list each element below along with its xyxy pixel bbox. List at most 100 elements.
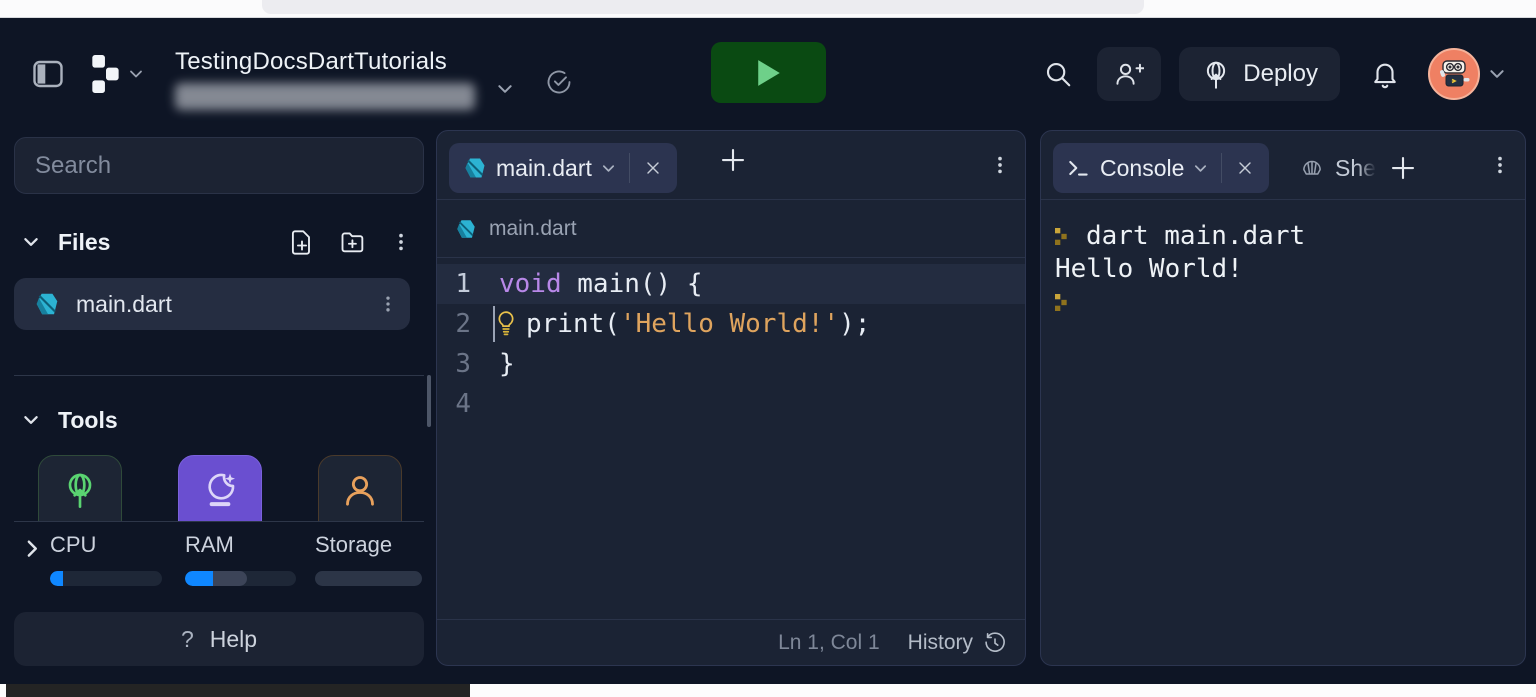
text-cursor <box>493 306 495 342</box>
tab-divider <box>628 153 630 183</box>
repl-title: TestingDocsDartTutorials <box>175 48 447 75</box>
shell-tab[interactable]: She <box>1299 145 1418 191</box>
dart-file-icon <box>455 218 477 240</box>
avatar[interactable] <box>1428 48 1480 100</box>
run-button[interactable] <box>711 42 826 103</box>
ai-crystal-ball-icon <box>200 470 240 521</box>
tools-section-header: Tools <box>14 398 424 442</box>
line-number: 4 <box>455 389 471 419</box>
file-item-main-dart[interactable]: main.dart <box>14 278 410 330</box>
kebab-menu-icon <box>1489 151 1511 179</box>
history-label: History <box>907 630 973 654</box>
new-folder-button[interactable] <box>338 228 368 256</box>
editor-tabbar: main.dart <box>437 131 1025 200</box>
console-prompt-row <box>1055 286 1511 319</box>
code-line-2: 2 print('Hello World!'); <box>437 304 1025 344</box>
notifications-button[interactable] <box>1370 59 1400 89</box>
tool-tile-deployments[interactable] <box>38 455 122 521</box>
files-collapse-chevron-icon[interactable] <box>22 233 40 251</box>
new-tab-button[interactable] <box>1388 153 1418 183</box>
kebab-menu-icon <box>390 228 412 256</box>
plus-icon <box>718 145 748 175</box>
editor-tab-label: main.dart <box>496 154 592 181</box>
tool-tile-account[interactable] <box>318 455 402 521</box>
plus-icon <box>1388 153 1418 183</box>
cpu-meter-bar <box>50 571 162 586</box>
bottom-page-strip <box>0 684 1536 697</box>
console-output-text: Hello World! <box>1055 254 1243 284</box>
kebab-menu-icon <box>989 151 1011 179</box>
tools-collapse-chevron-icon[interactable] <box>22 411 40 429</box>
file-item-menu-button[interactable] <box>378 291 398 317</box>
sidebar: Files <box>14 130 431 666</box>
tools-section-label: Tools <box>58 406 118 433</box>
chevron-down-icon <box>128 66 144 82</box>
replit-menu-button[interactable] <box>92 54 144 94</box>
sidebar-scrollbar-thumb[interactable] <box>427 375 431 427</box>
terminal-prompt-icon <box>1067 156 1091 180</box>
editor-statusbar: Ln 1, Col 1 History <box>437 619 1025 665</box>
console-tab[interactable]: Console <box>1053 143 1270 193</box>
code-editor[interactable]: 1 void main() { 2 print('Hello World!'); <box>437 258 1025 619</box>
line-number: 2 <box>455 309 471 339</box>
code-plain: main() { <box>561 269 703 299</box>
console-output-row: Hello World! <box>1055 253 1511 286</box>
console-prompt-icon <box>1055 294 1072 311</box>
cursor-position-status: Ln 1, Col 1 <box>778 630 880 654</box>
shell-icon <box>1299 155 1325 181</box>
code-line-1: 1 void main() { <box>437 264 1025 304</box>
saved-check-circle-icon <box>545 68 573 96</box>
breadcrumb-label: main.dart <box>489 216 577 240</box>
console-pane-menu-button[interactable] <box>1489 151 1511 179</box>
code-line-4: 4 <box>437 384 1025 424</box>
tab-options-chevron-icon[interactable] <box>1193 161 1208 176</box>
search-button[interactable] <box>1043 59 1073 89</box>
ram-meter-fill <box>185 571 213 586</box>
code-keyword: void <box>499 269 562 299</box>
deploy-button[interactable]: Deploy <box>1179 47 1340 101</box>
lightbulb-hint-icon[interactable] <box>493 308 519 340</box>
storage-meter-label: Storage <box>315 532 393 557</box>
close-icon <box>643 158 663 178</box>
close-tab-button[interactable] <box>643 158 663 178</box>
repl-title-block[interactable]: TestingDocsDartTutorials <box>175 48 475 110</box>
file-item-label: main.dart <box>76 290 172 317</box>
question-mark-icon: ? <box>180 625 194 652</box>
help-button[interactable]: ? Help <box>14 612 424 666</box>
tool-tile-ai[interactable] <box>178 455 262 521</box>
code-plain: ); <box>839 309 871 339</box>
repl-title-chevron-icon[interactable] <box>496 80 514 98</box>
blurred-username <box>175 83 475 110</box>
tab-options-chevron-icon[interactable] <box>601 161 616 176</box>
invite-button[interactable] <box>1097 47 1162 101</box>
console-command-row: dart main.dart <box>1055 220 1511 253</box>
console-prompt-icon <box>1055 228 1072 245</box>
editor-pane-menu-button[interactable] <box>989 151 1011 179</box>
close-icon <box>1235 158 1255 178</box>
account-chevron-icon[interactable] <box>1488 65 1506 83</box>
files-menu-button[interactable] <box>390 228 412 256</box>
editor-breadcrumb[interactable]: main.dart <box>437 200 1025 258</box>
console-panel: Console She dart main.dart Hello World! <box>1040 130 1526 666</box>
meters-expand-chevron-icon[interactable] <box>22 538 42 558</box>
sidebar-toggle-button[interactable] <box>30 56 66 92</box>
editor-tab-main-dart[interactable]: main.dart <box>449 143 677 193</box>
code-plain: print( <box>526 309 620 339</box>
close-tab-button[interactable] <box>1235 158 1255 178</box>
new-file-button[interactable] <box>288 228 316 256</box>
tool-tiles <box>14 455 424 521</box>
search-input[interactable] <box>14 137 424 194</box>
history-button[interactable]: History <box>908 631 1007 655</box>
sidebar-divider <box>14 521 424 522</box>
person-plus-icon <box>1114 59 1145 89</box>
ram-meter-secondary <box>212 571 248 586</box>
line-number: 3 <box>455 349 471 379</box>
sidebar-divider <box>14 375 424 376</box>
console-tab-label: Console <box>1100 154 1185 181</box>
search-icon <box>1043 59 1073 89</box>
browser-chrome-sliver <box>0 0 1536 18</box>
storage-meter-bar <box>315 571 422 586</box>
console-output[interactable]: dart main.dart Hello World! <box>1041 200 1525 665</box>
code-line-3: 3 } <box>437 344 1025 384</box>
new-tab-button[interactable] <box>718 145 748 175</box>
